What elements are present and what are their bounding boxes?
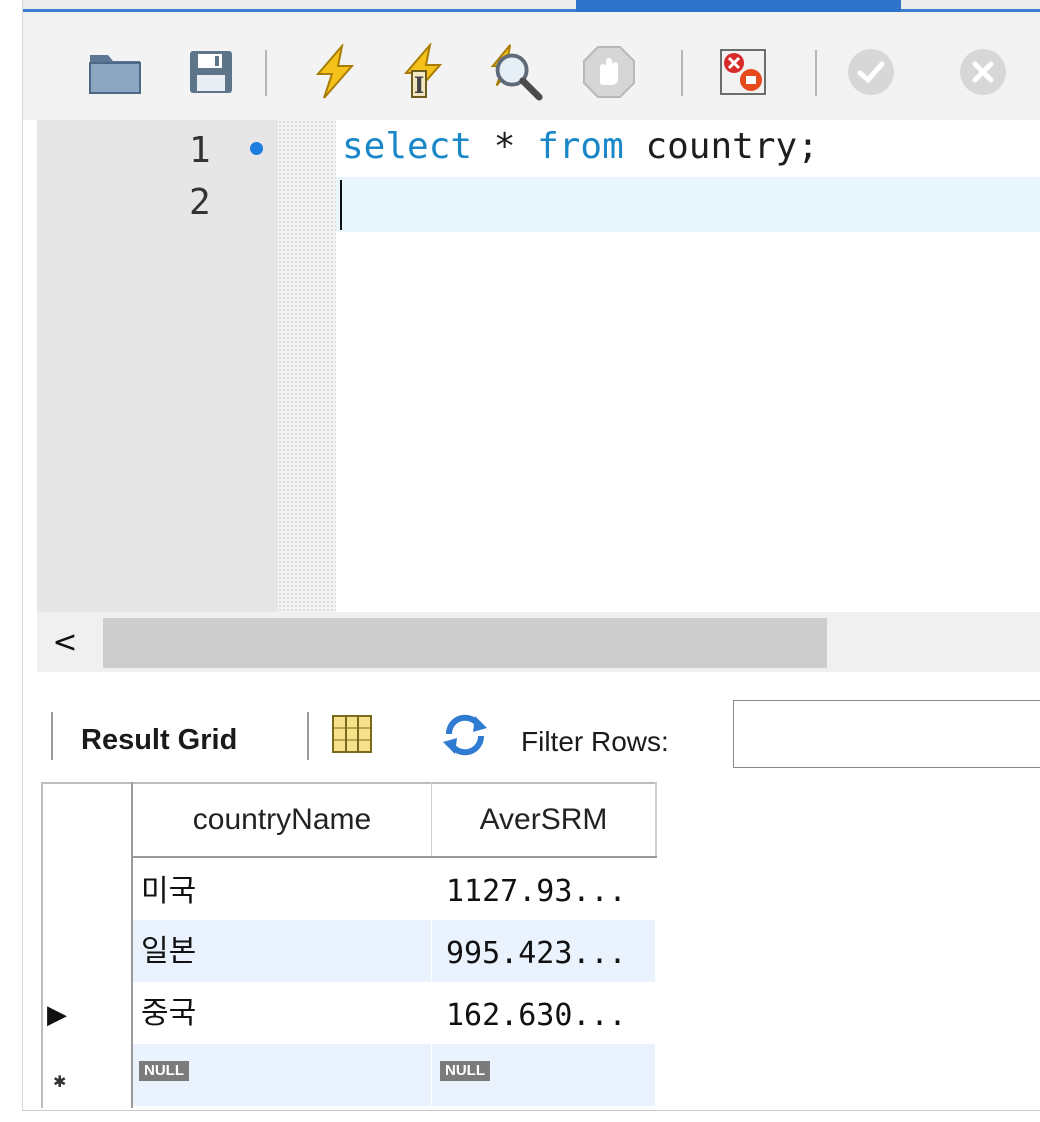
current-row-marker-icon: ▶ <box>47 1000 67 1030</box>
line-number-gutter: 1 2 <box>37 120 278 612</box>
toolbar-separator <box>307 712 309 760</box>
keyword-token: from <box>537 126 624 167</box>
chevron-left-icon: < <box>52 624 78 660</box>
line-number: 1 <box>189 130 211 171</box>
toolbar-separator <box>51 712 53 760</box>
null-badge: NULL <box>440 1061 490 1081</box>
text-caret <box>340 180 342 230</box>
horizontal-scrollbar[interactable]: < <box>37 612 1040 672</box>
explain-icon[interactable] <box>485 42 545 102</box>
identifier-token: country; <box>623 126 819 167</box>
scroll-left-arrow[interactable]: < <box>37 612 93 672</box>
sql-editor[interactable]: select * from country; <box>336 120 1040 612</box>
active-tab[interactable] <box>576 0 901 12</box>
tab-strip <box>23 0 1040 12</box>
toolbar-separator <box>681 50 683 96</box>
sql-editor-toolbar: I <box>23 12 1040 120</box>
column-layout-icon[interactable] <box>331 714 373 758</box>
keyword-token: select <box>342 126 473 167</box>
refresh-icon[interactable] <box>441 714 489 760</box>
folder-icon[interactable] <box>85 42 145 102</box>
grid-border <box>41 782 43 1108</box>
operator-token: * <box>472 126 538 167</box>
execute-current-icon[interactable]: I <box>393 42 453 102</box>
grid-border <box>655 782 657 858</box>
result-toolbar: Result Grid Filter Rows: <box>37 690 1040 780</box>
column-header-AverSRM[interactable]: AverSRM <box>432 784 655 856</box>
rollback-icon <box>953 42 1013 102</box>
table-cell-countryName[interactable]: 일본 <box>133 920 431 982</box>
left-margin <box>0 0 22 1122</box>
save-icon[interactable] <box>181 42 241 102</box>
toggle-error-icon[interactable] <box>713 42 773 102</box>
toolbar-separator <box>265 50 267 96</box>
new-row-marker-icon: ✱ <box>53 1072 67 1091</box>
result-grid-tab[interactable]: Result Grid <box>81 724 237 757</box>
filter-rows-input[interactable] <box>733 700 1040 768</box>
table-cell-AverSRM[interactable]: 995.423... <box>432 920 655 982</box>
table-cell-AverSRM[interactable]: NULL <box>432 1044 655 1106</box>
table-cell-countryName[interactable]: 중국 <box>133 982 431 1044</box>
filter-rows-label: Filter Rows: <box>521 726 669 757</box>
scrollbar-thumb[interactable] <box>103 618 827 668</box>
table-cell-AverSRM[interactable]: 162.630... <box>432 982 655 1044</box>
null-badge: NULL <box>139 1061 189 1081</box>
table-cell-AverSRM[interactable]: 1127.93... <box>432 858 655 920</box>
fold-margin <box>278 120 336 612</box>
statement-marker-icon <box>250 142 263 155</box>
commit-icon <box>841 42 901 102</box>
svg-text:I: I <box>414 73 424 99</box>
workbench-window: I 1 2 select * from country; < Result Gr… <box>22 0 1040 1111</box>
table-cell-countryName[interactable]: NULL <box>133 1044 431 1106</box>
toolbar-separator <box>815 50 817 96</box>
table-cell-countryName[interactable]: 미국 <box>133 858 431 920</box>
stop-icon <box>579 42 639 102</box>
code-line-1[interactable]: select * from country; <box>342 126 819 167</box>
current-line-highlight <box>336 177 1040 232</box>
execute-icon[interactable] <box>305 42 365 102</box>
column-header-countryName[interactable]: countryName <box>133 784 431 856</box>
line-number: 2 <box>189 182 211 223</box>
